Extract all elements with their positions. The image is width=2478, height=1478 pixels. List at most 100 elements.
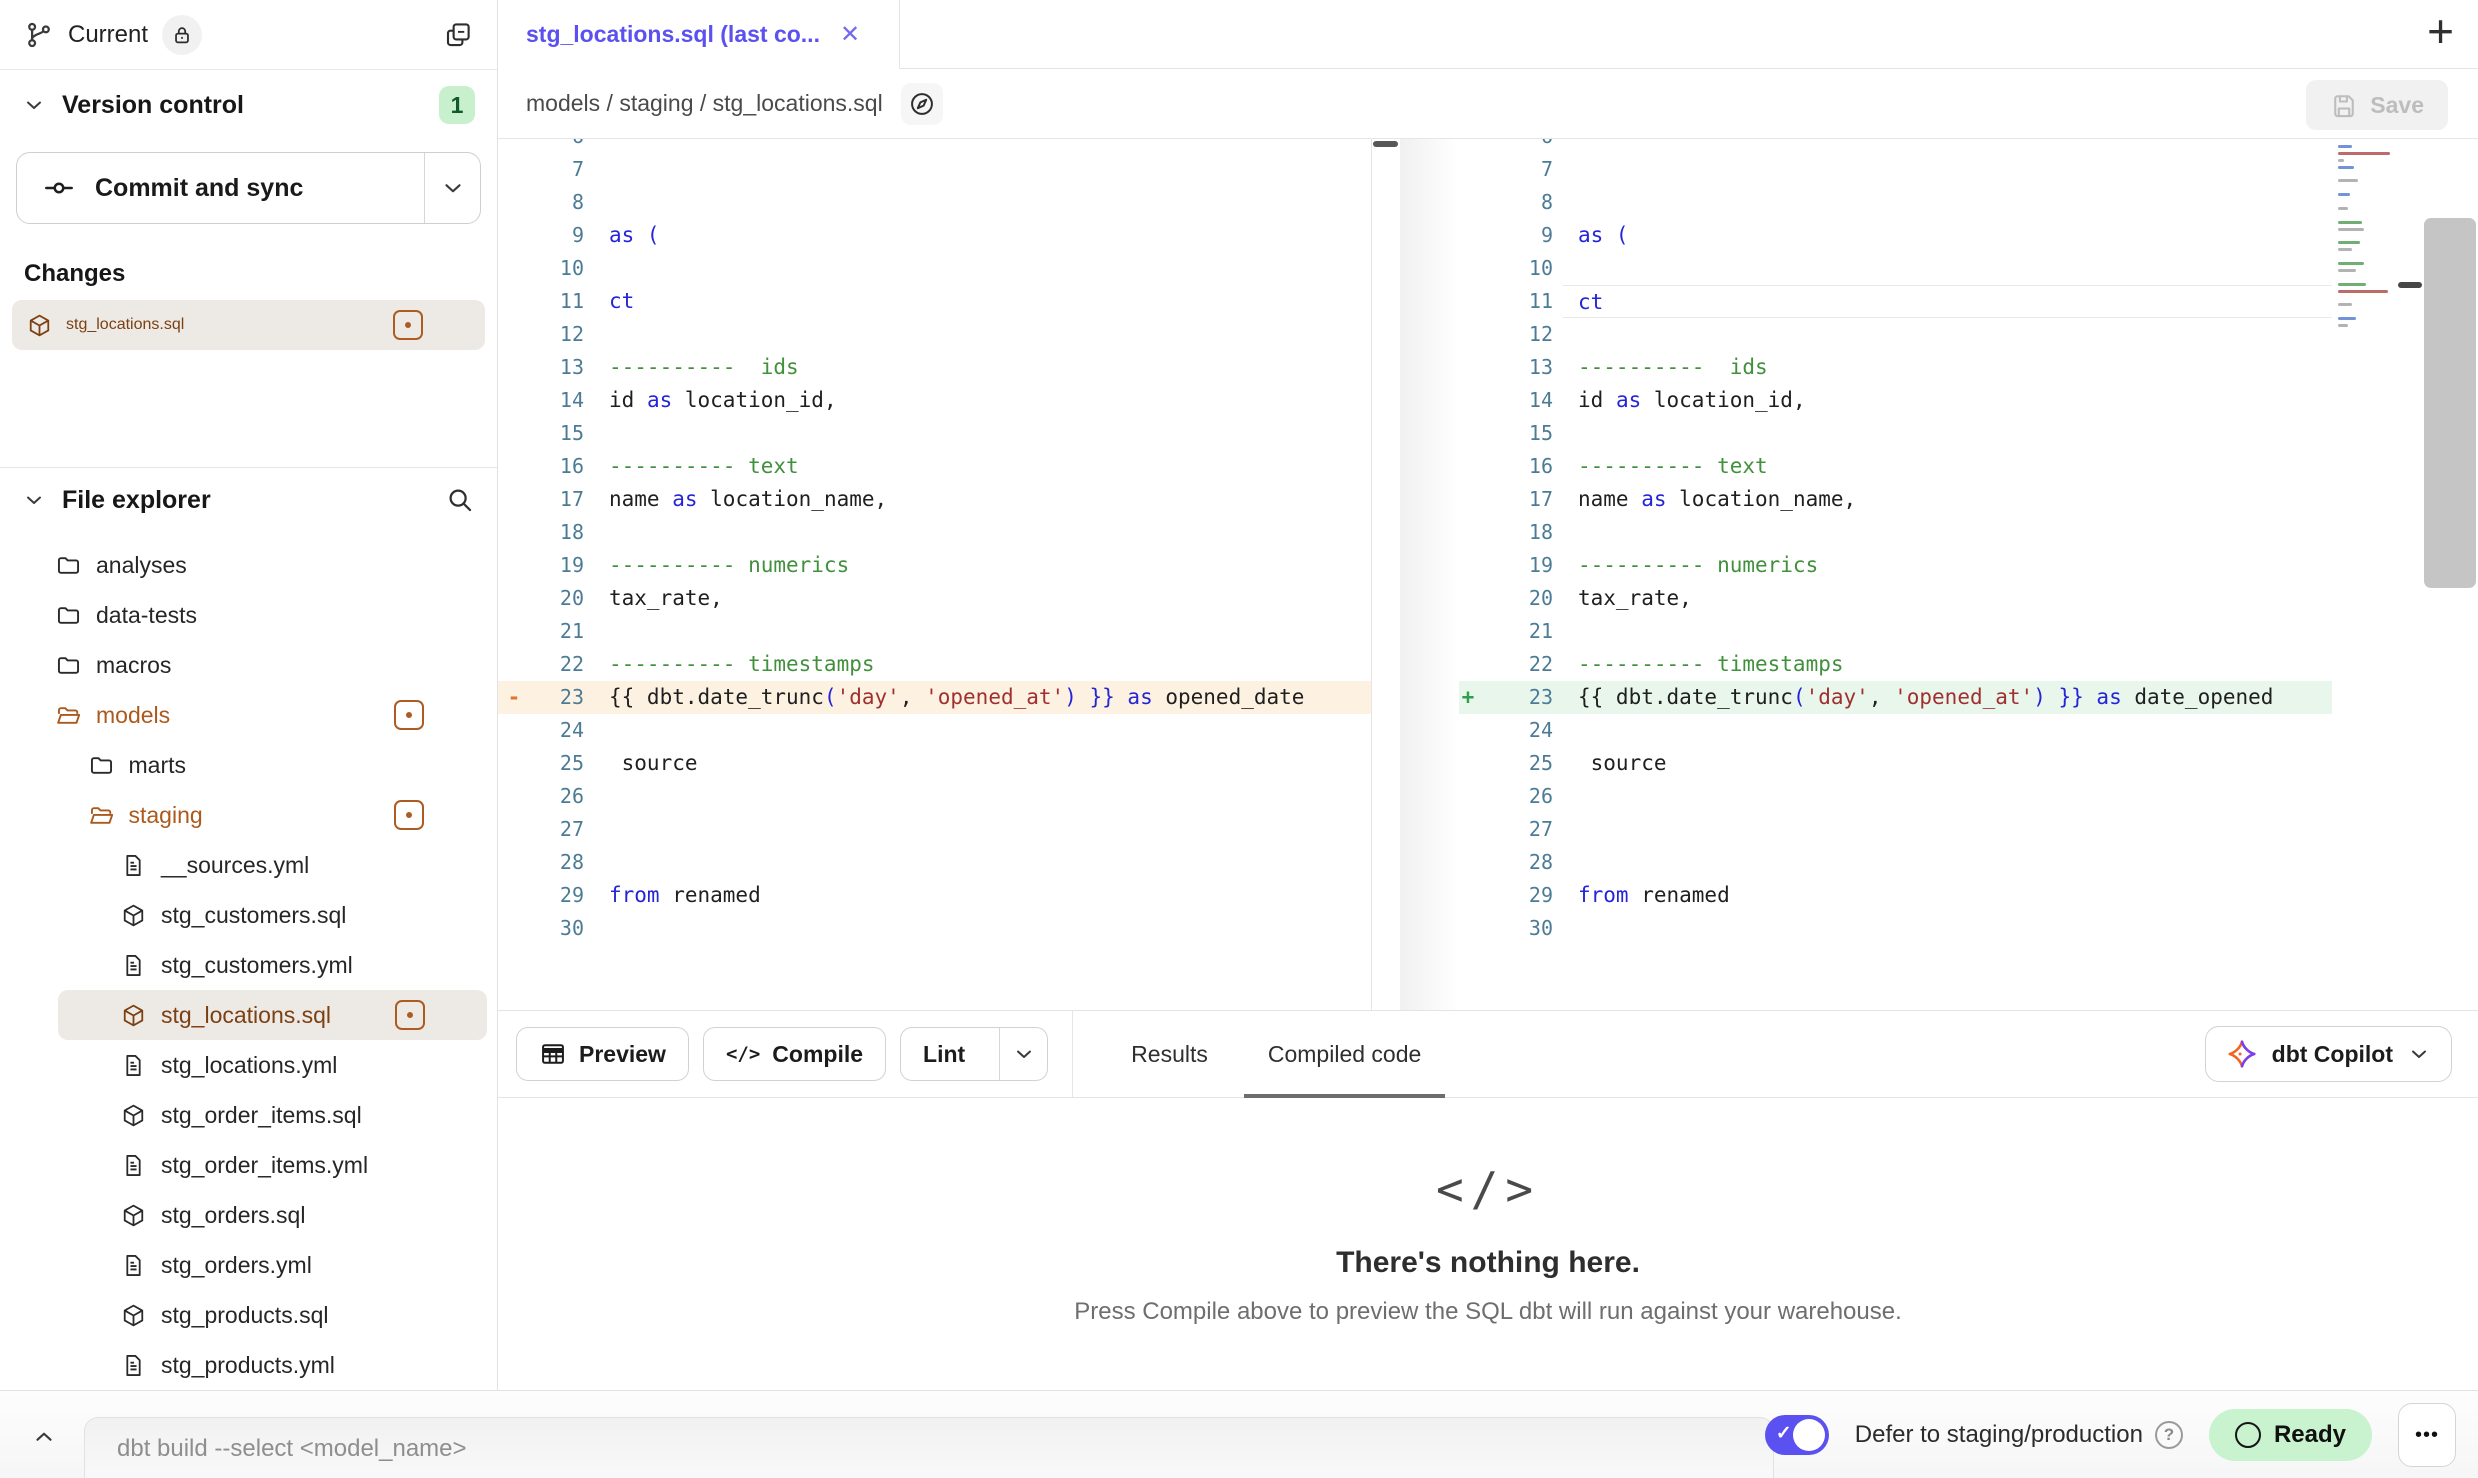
scrollbar-thumb[interactable]: [2398, 282, 2422, 288]
code-line-13[interactable]: 13---------- ids: [1459, 351, 2332, 384]
code-line-16[interactable]: 16---------- text: [498, 450, 1371, 483]
code-line-29[interactable]: 29from renamed: [498, 879, 1371, 912]
file-tree-item-stg-locations-yml[interactable]: stg_locations.yml: [0, 1040, 497, 1090]
code-line-19[interactable]: 19---------- numerics: [1459, 549, 2332, 582]
code-line-10[interactable]: 10: [1459, 252, 2332, 285]
tab-results[interactable]: Results: [1107, 1010, 1232, 1098]
code-line-25[interactable]: 25 source: [498, 747, 1371, 780]
lineage-button[interactable]: [901, 83, 943, 125]
code-line-8[interactable]: 8: [498, 186, 1371, 219]
new-tab-button[interactable]: +: [2427, 8, 2454, 54]
code-line-7[interactable]: 7: [498, 153, 1371, 186]
search-icon[interactable]: [445, 485, 475, 515]
file-tree-item-analyses[interactable]: analyses: [0, 540, 497, 590]
preview-button[interactable]: Preview: [516, 1027, 689, 1081]
code-line-14[interactable]: 14id as location_id,: [1459, 384, 2332, 417]
scrollbar-thumb[interactable]: [1373, 141, 1398, 147]
lint-label[interactable]: Lint: [901, 1028, 987, 1080]
code-line-16[interactable]: 16---------- text: [1459, 450, 2332, 483]
file-tree-item-stg-locations-sql[interactable]: stg_locations.sql: [58, 990, 487, 1040]
commit-sync-button[interactable]: Commit and sync: [16, 152, 481, 224]
code-line-24[interactable]: 24: [498, 714, 1371, 747]
copilot-button[interactable]: dbt Copilot: [2205, 1026, 2452, 1082]
file-tree-item-stg-products-yml[interactable]: stg_products.yml: [0, 1340, 497, 1390]
code-line-15[interactable]: 15: [498, 417, 1371, 450]
file-tree-item-stg-order-items-yml[interactable]: stg_order_items.yml: [0, 1140, 497, 1190]
duplicate-icon[interactable]: [443, 20, 473, 50]
code-line-21[interactable]: 21: [1459, 615, 2332, 648]
file-tree-item-stg-orders-sql[interactable]: stg_orders.sql: [0, 1190, 497, 1240]
code-line-20[interactable]: 20tax_rate,: [498, 582, 1371, 615]
file-tree-item-stg-customers-yml[interactable]: stg_customers.yml: [0, 940, 497, 990]
code-line-23[interactable]: -23{{ dbt.date_trunc('day', 'opened_at')…: [498, 681, 1371, 714]
code-line-7[interactable]: 7: [1459, 153, 2332, 186]
file-tree-item-stg-order-items-sql[interactable]: stg_order_items.sql: [0, 1090, 497, 1140]
help-icon[interactable]: ?: [2155, 1421, 2183, 1449]
page-scrollbar[interactable]: [2424, 218, 2476, 588]
lint-dropdown-button[interactable]: [999, 1028, 1047, 1080]
code-line-9[interactable]: 9as (: [498, 219, 1371, 252]
version-control-header[interactable]: Version control 1: [0, 70, 497, 140]
tab-compiled-code[interactable]: Compiled code: [1244, 1010, 1445, 1098]
file-tree-item--sources-yml[interactable]: __sources.yml: [0, 840, 497, 890]
code-line-10[interactable]: 10: [498, 252, 1371, 285]
code-line-22[interactable]: 22---------- timestamps: [1459, 648, 2332, 681]
code-line-18[interactable]: 18: [498, 516, 1371, 549]
file-tree-item-macros[interactable]: macros: [0, 640, 497, 690]
code-line-21[interactable]: 21: [498, 615, 1371, 648]
code-line-13[interactable]: 13---------- ids: [498, 351, 1371, 384]
close-icon[interactable]: ✕: [840, 20, 860, 49]
code-line-6[interactable]: 6: [1459, 139, 2332, 153]
code-line-20[interactable]: 20tax_rate,: [1459, 582, 2332, 615]
defer-toggle[interactable]: ✓: [1765, 1415, 1829, 1455]
command-input[interactable]: [84, 1417, 1774, 1478]
code-line-9[interactable]: 9as (: [1459, 219, 2332, 252]
file-tree-item-marts[interactable]: marts: [0, 740, 497, 790]
file-tree-item-stg-orders-yml[interactable]: stg_orders.yml: [0, 1240, 497, 1290]
code-line-11[interactable]: 11ct: [498, 285, 1371, 318]
code-line-11[interactable]: 11ct: [1459, 285, 2332, 318]
expand-command-bar-button[interactable]: [18, 1415, 70, 1459]
code-line-27[interactable]: 27: [498, 813, 1371, 846]
code-line-30[interactable]: 30: [498, 912, 1371, 945]
code-line-17[interactable]: 17name as location_name,: [498, 483, 1371, 516]
code-line-30[interactable]: 30: [1459, 912, 2332, 945]
code-line-14[interactable]: 14id as location_id,: [498, 384, 1371, 417]
file-explorer-header[interactable]: File explorer: [0, 468, 497, 532]
code-line-12[interactable]: 12: [498, 318, 1371, 351]
code-line-25[interactable]: 25 source: [1459, 747, 2332, 780]
code-line-27[interactable]: 27: [1459, 813, 2332, 846]
code-line-28[interactable]: 28: [1459, 846, 2332, 879]
lint-button[interactable]: Lint: [900, 1027, 1048, 1081]
editor-pane-modified[interactable]: 6789as (1011ct1213---------- ids14id as …: [1459, 139, 2332, 1010]
code-line-18[interactable]: 18: [1459, 516, 2332, 549]
code-line-26[interactable]: 26: [1459, 780, 2332, 813]
compile-button[interactable]: </> Compile: [703, 1027, 886, 1081]
code-line-6[interactable]: 6: [498, 139, 1371, 153]
file-tree-item-data-tests[interactable]: data-tests: [0, 590, 497, 640]
code-line-26[interactable]: 26: [498, 780, 1371, 813]
code-line-12[interactable]: 12: [1459, 318, 2332, 351]
more-options-button[interactable]: •••: [2398, 1403, 2456, 1467]
tab-stg-locations-sql[interactable]: stg_locations.sql (last co... ✕: [498, 0, 900, 69]
change-item-stg-locations-sql[interactable]: stg_locations.sql: [12, 300, 485, 350]
file-tree-item-staging[interactable]: staging: [0, 790, 497, 840]
code-line-15[interactable]: 15: [1459, 417, 2332, 450]
minimap[interactable]: [2332, 139, 2398, 1010]
code-line-28[interactable]: 28: [498, 846, 1371, 879]
code-line-19[interactable]: 19---------- numerics: [498, 549, 1371, 582]
code-line-24[interactable]: 24: [1459, 714, 2332, 747]
file-tree-item-models[interactable]: models: [0, 690, 497, 740]
file-icon: [120, 1052, 147, 1079]
code-line-23[interactable]: +23{{ dbt.date_trunc('day', 'opened_at')…: [1459, 681, 2332, 714]
file-tree-item-stg-customers-sql[interactable]: stg_customers.sql: [0, 890, 497, 940]
code-line-22[interactable]: 22---------- timestamps: [498, 648, 1371, 681]
file-tree-item-stg-products-sql[interactable]: stg_products.sql: [0, 1290, 497, 1340]
code-line-8[interactable]: 8: [1459, 186, 2332, 219]
code-line-17[interactable]: 17name as location_name,: [1459, 483, 2332, 516]
code-line-29[interactable]: 29from renamed: [1459, 879, 2332, 912]
save-button[interactable]: Save: [2306, 80, 2448, 130]
editor-pane-original[interactable]: 6789as (1011ct1213---------- ids14id as …: [498, 139, 1371, 1010]
editor-scrollbar-track[interactable]: [1371, 139, 1400, 1010]
commit-dropdown-button[interactable]: [424, 153, 480, 223]
